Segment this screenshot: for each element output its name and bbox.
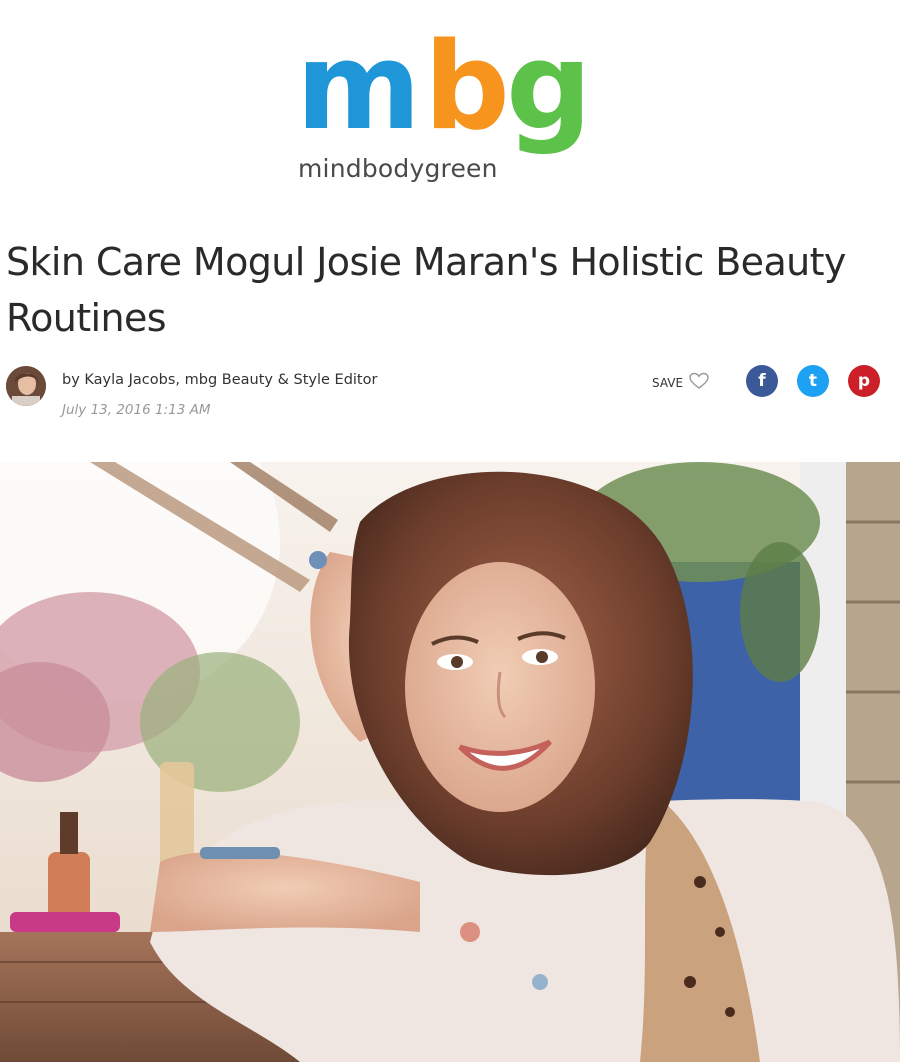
site-logo[interactable]: m b g mindbodygreen xyxy=(296,28,616,188)
pinterest-share-button[interactable]: p xyxy=(848,365,880,397)
article-byline: by Kayla Jacobs, mbg Beauty & Style Edit… xyxy=(62,372,378,388)
save-button[interactable]: SAVE xyxy=(652,372,709,393)
author-avatar[interactable] xyxy=(6,366,46,406)
facebook-share-button[interactable]: f xyxy=(746,365,778,397)
facebook-icon: f xyxy=(758,371,766,391)
article-title: Skin Care Mogul Josie Maran's Holistic B… xyxy=(6,240,846,340)
save-label: SAVE xyxy=(652,375,684,390)
twitter-icon: t xyxy=(808,371,818,391)
logo-letter-g: g xyxy=(506,18,592,157)
article-date: July 13, 2016 1:13 AM xyxy=(62,402,211,418)
twitter-share-button[interactable]: t xyxy=(797,365,829,397)
logo-letter-b: b xyxy=(424,18,510,157)
logo-letter-m: m xyxy=(296,18,421,157)
pinterest-icon: p xyxy=(857,371,871,391)
logo-wordmark: mindbodygreen xyxy=(298,154,498,183)
heart-outline-icon xyxy=(689,372,709,393)
hero-photo xyxy=(0,462,900,1062)
